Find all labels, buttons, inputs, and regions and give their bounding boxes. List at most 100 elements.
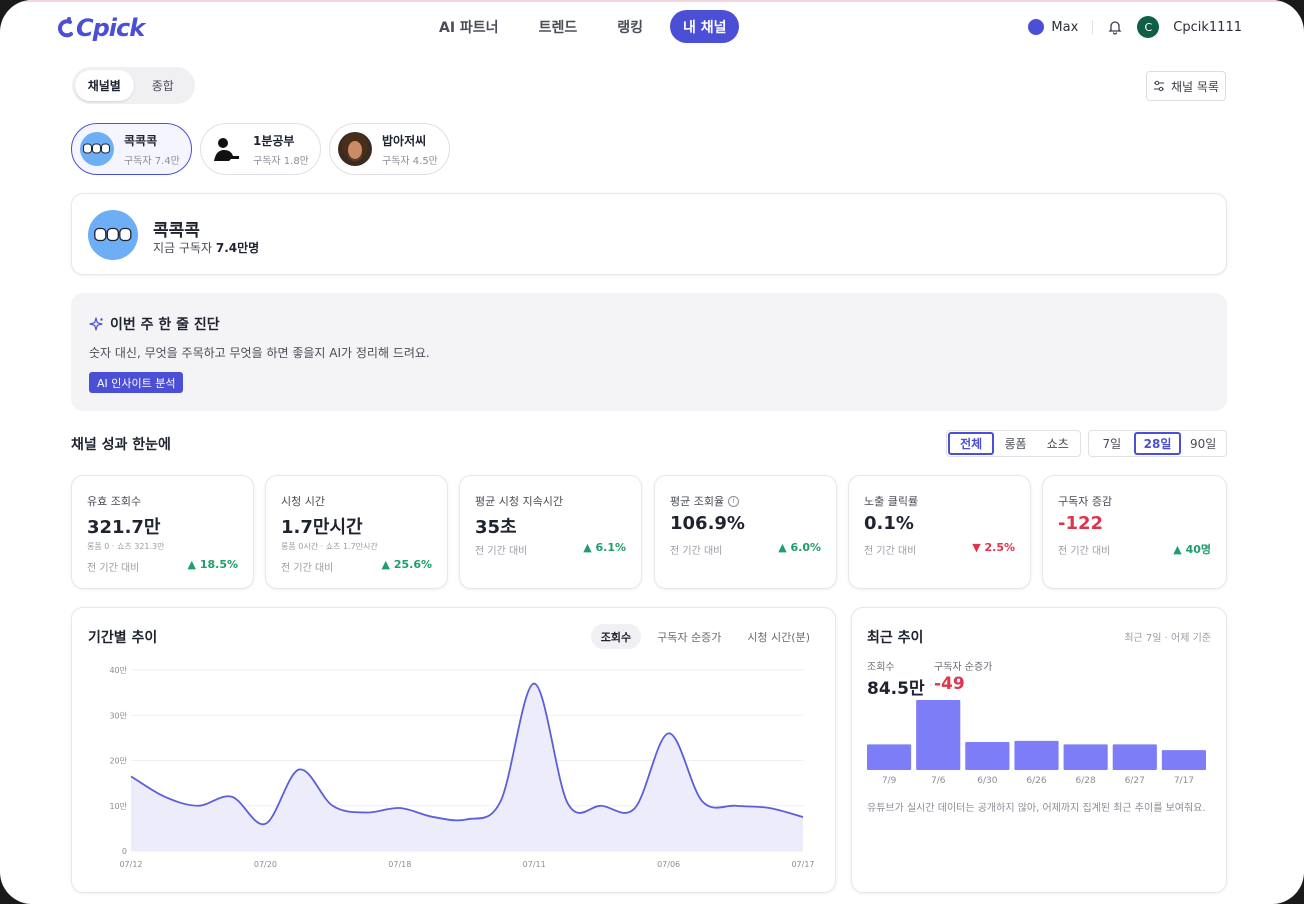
channel-list-button[interactable]: 채널 목록 (1146, 71, 1226, 101)
plan-badge[interactable]: Max (1028, 19, 1078, 35)
channel-chips: 콕콕콕 구독자 7.4만 1분공부 구독자 1.8만 밥아저씨 구독자 4.5만 (71, 123, 450, 175)
metric-change: ▲ 18.5% (188, 558, 238, 571)
arrow-up-icon: ▲ (1173, 543, 1186, 556)
profile-subscribers: 지금 구독자 7.4만명 (153, 239, 259, 256)
header-right: Max C Cpcik1111 (1028, 16, 1242, 38)
channel-avatar-kokkok (80, 132, 114, 166)
metric-value: 35초 (475, 517, 517, 538)
metric-compare: 전 기간 대비 (87, 563, 140, 574)
view-by-channel-button[interactable]: 채널별 (75, 70, 134, 101)
bar-label: 6/27 (1125, 776, 1145, 786)
period-filter: 7일 28일 90일 (1088, 430, 1227, 457)
nav-my-channel[interactable]: 내 채널 (669, 10, 740, 43)
main-nav: AI 파트너 트렌드 랭킹 내 채널 (426, 10, 740, 43)
metric-compare: 전 기간 대비 (1058, 546, 1111, 557)
views-area (131, 683, 803, 851)
bar (1161, 750, 1206, 770)
bell-icon[interactable] (1107, 19, 1123, 35)
metric-sub: 롱폼 0시간 · 쇼츠 1.7만시간 (281, 542, 378, 551)
metric-label: 평균 조회율 i (670, 493, 740, 509)
view-toggle: 채널별 종합 (72, 67, 195, 104)
bar-label: 7/6 (931, 776, 946, 786)
profile-subscribers-value: 7.4만명 (215, 241, 260, 255)
trend-chart[interactable]: 0 10만 20만 30만 40만 07/12 07/20 07/18 07/11 07/06 07… (72, 608, 835, 892)
period-7d[interactable]: 7일 (1090, 432, 1134, 455)
metric-compare: 전 기간 대비 (281, 563, 334, 574)
metric-change: ▲ 40명 (1173, 541, 1211, 557)
weekly-diagnosis-panel: 이번 주 한 줄 진단 숫자 대신, 무엇을 주목하고 무엇을 하면 좋을지 A… (71, 293, 1227, 411)
channel-chip-name: 밥아저씨 (382, 133, 427, 148)
y-tick-label: 10만 (109, 802, 127, 811)
nav-ai-partner[interactable]: AI 파트너 (426, 10, 512, 43)
filter-all[interactable]: 전체 (948, 432, 995, 455)
metric-label: 유효 조회수 (87, 495, 142, 508)
channel-avatar-bob (338, 132, 372, 166)
metric-value: -122 (1058, 513, 1104, 534)
y-tick-label: 30만 (109, 711, 127, 720)
period-28d[interactable]: 28일 (1133, 432, 1182, 455)
bar (1014, 740, 1059, 770)
channel-profile-card: 콕콕콕 지금 구독자 7.4만명 (71, 193, 1227, 275)
arrow-up-icon: ▲ (381, 558, 394, 571)
diagnosis-title: 이번 주 한 줄 진단 (89, 314, 220, 334)
speech-bubbles-icon (94, 227, 132, 242)
channel-list-label: 채널 목록 (1171, 79, 1219, 94)
x-tick-label: 07/12 (119, 860, 142, 869)
profile-avatar (88, 210, 138, 260)
metric-compare: 전 기간 대비 (670, 546, 723, 557)
plan-label: Max (1051, 19, 1079, 35)
nav-trend[interactable]: 트렌드 (526, 10, 591, 43)
metric-change-value: 6.0% (790, 541, 821, 554)
metric-change-value: 6.1% (595, 541, 626, 554)
recent-bar-chart[interactable]: 7/9 7/6 6/30 6/26 6/28 6/27 7/17 (852, 608, 1226, 892)
performance-title: 채널 성과 한눈에 (71, 437, 171, 453)
channel-chip-0[interactable]: 콕콕콕 구독자 7.4만 (71, 123, 192, 175)
period-90d[interactable]: 90일 (1181, 432, 1225, 455)
profile-name: 콕콕콕 (153, 221, 200, 241)
speech-bubbles-icon (83, 143, 110, 154)
metric-card-watch-time: 시청 시간 1.7만시간 롱폼 0시간 · 쇼츠 1.7만시간 전 기간 대비 … (265, 475, 448, 589)
x-tick-label: 07/18 (388, 860, 411, 869)
metric-card-subscribers: 구독자 증감 -122 전 기간 대비 ▲ 40명 (1042, 475, 1227, 589)
username[interactable]: Cpcik1111 (1173, 20, 1242, 35)
metric-card-avg-duration: 평균 시청 지속시간 35초 전 기간 대비 ▲ 6.1% (459, 475, 642, 589)
metric-change-value: 25.6% (393, 558, 432, 571)
logo[interactable]: Cpick (56, 12, 145, 44)
filter-shorts[interactable]: 쇼츠 (1037, 432, 1079, 455)
arrow-up-icon: ▲ (187, 558, 200, 571)
metric-compare: 전 기간 대비 (864, 546, 917, 557)
metric-label: 시청 시간 (281, 495, 325, 508)
sliders-icon (1154, 80, 1164, 92)
user-avatar[interactable]: C (1137, 16, 1160, 38)
bar-label: 6/26 (1026, 776, 1046, 786)
metric-value: 0.1% (864, 513, 914, 534)
arrow-down-icon: ▼ (972, 541, 985, 554)
info-icon[interactable]: i (728, 495, 740, 507)
metric-value: 321.7만 (87, 517, 161, 538)
channel-chip-1[interactable]: 1분공부 구독자 1.8만 (200, 123, 321, 175)
x-tick-label: 07/11 (523, 860, 546, 869)
bar-label: 7/17 (1174, 776, 1194, 786)
metric-label-text: 평균 조회율 (670, 495, 725, 508)
arrow-up-icon: ▲ (778, 541, 791, 554)
sparkle-icon (89, 316, 103, 331)
ai-insight-button[interactable]: AI 인사이트 분석 (89, 372, 184, 393)
metric-change: ▲ 25.6% (382, 558, 432, 571)
metric-card-views: 유효 조회수 321.7만 롱폼 0 · 쇼츠 321.3만 전 기간 대비 ▲… (71, 475, 254, 589)
nav-ranking[interactable]: 랭킹 (604, 10, 656, 43)
metric-change-value: 2.5% (984, 541, 1015, 554)
content-type-filter: 전체 롱폼 쇼츠 (946, 430, 1081, 457)
channel-chip-subs: 구독자 1.8만 (253, 155, 309, 167)
plan-layers-icon (1028, 19, 1045, 35)
metric-label: 구독자 증감 (1058, 495, 1113, 508)
y-tick-label: 20만 (109, 757, 127, 766)
filter-longform[interactable]: 롱폼 (994, 432, 1036, 455)
metric-compare: 전 기간 대비 (475, 546, 528, 557)
channel-chip-2[interactable]: 밥아저씨 구독자 4.5만 (329, 123, 450, 175)
channel-avatar-study (209, 132, 243, 166)
header-divider (1092, 20, 1094, 34)
bar (1063, 744, 1108, 770)
metric-card-ctr: 노출 클릭률 0.1% 전 기간 대비 ▼ 2.5% (848, 475, 1031, 589)
app-window: Cpick AI 파트너 트렌드 랭킹 내 채널 Max C Cpcik1111… (0, 0, 1304, 904)
view-summary-button[interactable]: 종합 (134, 70, 193, 101)
